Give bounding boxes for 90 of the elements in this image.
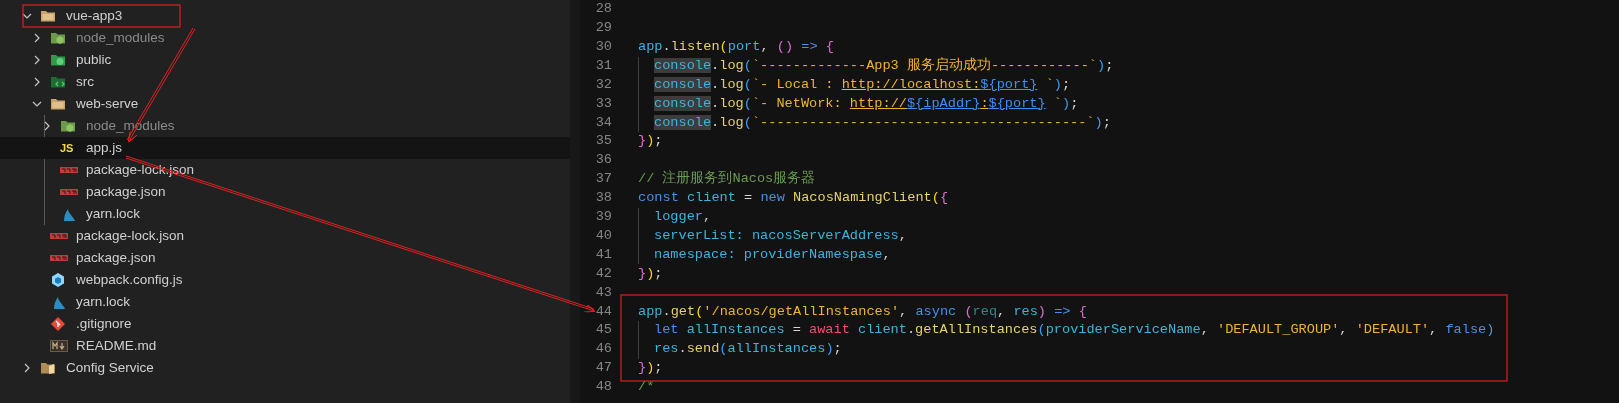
line-number: 28 — [594, 0, 612, 19]
line-number: 46 — [594, 340, 612, 359]
file-name: webpack.config.js — [76, 270, 183, 289]
line-number: 32 — [594, 75, 612, 94]
explorer-item[interactable]: package.json — [0, 181, 570, 203]
file-name: README.md — [76, 336, 157, 355]
line-number: 44 — [594, 302, 612, 321]
line-number: 38 — [594, 189, 612, 208]
code-line: const client = new NacosNamingClient({ — [638, 189, 949, 208]
explorer-item[interactable]: package.json — [0, 247, 570, 269]
chevron-right-icon — [32, 77, 42, 87]
folder-icon — [40, 360, 56, 376]
file-name: app.js — [86, 138, 123, 157]
code-line: /* — [638, 378, 655, 397]
explorer-item[interactable]: node_modules — [0, 27, 570, 49]
explorer-item[interactable]: yarn.lock — [0, 291, 570, 313]
explorer-item[interactable]: webpack.config.js — [0, 269, 570, 291]
chevron-down-icon — [22, 11, 32, 21]
line-number: 48 — [594, 378, 612, 397]
line-number: 30 — [594, 38, 612, 57]
file-name: package-lock.json — [76, 226, 185, 245]
code-line: console.log(`- NetWork: http://${ipAddr}:${port} `); — [654, 94, 1079, 113]
file-name: src — [76, 72, 94, 91]
npm-icon — [60, 166, 78, 174]
explorer-item[interactable]: README.md — [0, 335, 570, 357]
code-line: console.log(`----------------------------------------`); — [654, 113, 1111, 132]
line-number: 36 — [594, 151, 612, 170]
folder-icon — [60, 118, 76, 134]
explorer-item[interactable]: vue-app3 — [0, 5, 570, 27]
folder-icon — [50, 30, 66, 46]
npm-icon — [50, 232, 68, 240]
explorer-item[interactable]: yarn.lock — [0, 203, 570, 225]
code-line: res.send(allInstances); — [654, 340, 842, 359]
file-name: Config Service — [66, 358, 154, 377]
line-number: 45 — [594, 321, 612, 340]
explorer-item[interactable]: Config Service — [0, 357, 570, 379]
code-line: console.log(`- Local : http://localhost:${port} `); — [654, 75, 1071, 94]
folder-icon — [40, 8, 56, 24]
code-line: console.log(`-------------App3 服务启动成功------------`); — [654, 56, 1114, 75]
code-line: // 注册服务到Nacos服务器 — [638, 169, 816, 189]
chevron-right-icon — [32, 55, 42, 65]
file-name: web-serve — [76, 94, 139, 113]
npm-icon — [50, 254, 68, 262]
line-number: 33 — [594, 94, 612, 113]
line-number: 40 — [594, 226, 612, 245]
file-name: package.json — [76, 248, 156, 267]
folder-icon — [50, 74, 66, 90]
line-number: 29 — [594, 19, 612, 38]
file-name: yarn.lock — [76, 292, 131, 311]
line-number: 39 — [594, 208, 612, 227]
code-line: logger, — [654, 208, 712, 227]
chevron-right-icon — [42, 121, 52, 131]
file-name: vue-app3 — [66, 6, 123, 25]
folder-icon — [50, 96, 66, 112]
file-name: package.json — [86, 182, 166, 201]
code-line: app.get('/nacos/getAllInstances', async (req, res) => { — [638, 302, 1087, 321]
code-line: app.listen(port, () => { — [638, 38, 834, 57]
explorer-item[interactable]: web-serve — [0, 93, 570, 115]
line-number: 34 — [594, 113, 612, 132]
code-line: let allInstances = await client.getAllInstances(providerServiceName, 'DEFAULT_GROUP', 'DEFAULT', false) — [654, 321, 1495, 340]
line-number: 47 — [594, 359, 612, 378]
explorer-item[interactable]: JS app.js — [0, 137, 570, 159]
cube-icon — [50, 272, 66, 288]
markdown-icon — [50, 340, 68, 352]
code-line: }); — [638, 264, 663, 283]
code-line: serverList: nacosServerAddress, — [654, 226, 907, 245]
chevron-down-icon — [32, 99, 42, 109]
folder-icon — [50, 52, 66, 68]
line-number: 37 — [594, 170, 612, 189]
chevron-right-icon — [22, 363, 32, 373]
line-number: 41 — [594, 245, 612, 264]
code-line: }); — [638, 359, 663, 378]
file-name: public — [76, 50, 112, 69]
line-number: 43 — [594, 283, 612, 302]
file-name: yarn.lock — [86, 204, 141, 223]
file-name: .gitignore — [76, 314, 132, 333]
line-number: 42 — [594, 264, 612, 283]
js-file-icon: JS — [60, 142, 76, 154]
explorer-item[interactable]: src — [0, 71, 570, 93]
code-line: namespace: providerNamespase, — [654, 245, 891, 264]
file-name: node_modules — [76, 28, 165, 47]
explorer-item[interactable]: package-lock.json — [0, 225, 570, 247]
chevron-right-icon — [32, 33, 42, 43]
explorer-item[interactable]: .gitignore — [0, 313, 570, 335]
explorer-item[interactable]: public — [0, 49, 570, 71]
code-line: }); — [638, 132, 663, 151]
line-number: 31 — [594, 56, 612, 75]
git-icon — [50, 316, 66, 332]
npm-icon — [60, 188, 78, 196]
line-number: 35 — [594, 132, 612, 151]
